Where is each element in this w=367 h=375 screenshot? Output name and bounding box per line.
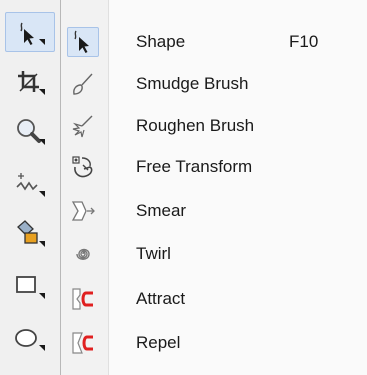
menu-item-attract-icon-box [67,284,99,314]
menu-item-smear-icon-box [67,196,99,226]
menu-item-label: Attract [136,289,186,308]
shape-tool-flyout-menu: Shape F10 Smudge Brush Roughen Brush Fre… [60,0,367,375]
menu-item-label: Shape [136,32,186,51]
toolbox [0,0,61,375]
shape-arrow-icon [20,22,45,45]
repel-icon [72,332,93,354]
ellipse-tool-button[interactable] [5,318,55,358]
menu-item-smudge-brush-icon-box [67,69,99,99]
smart-fill-tool-button[interactable] [5,214,55,254]
free-transform-icon [72,156,93,178]
menu-item-roughen-brush-icon-box [67,111,99,141]
ellipse-icon [15,329,45,351]
shape-tool-button[interactable] [5,12,55,52]
crop-icon [18,71,45,95]
menu-item-repel-icon-box [67,328,99,358]
menu-item-roughen-brush[interactable]: Roughen Brush [61,105,367,147]
menu-item-free-transform-icon-box [67,152,99,182]
menu-item-twirl[interactable]: Twirl [61,233,367,275]
smart-fill-icon [17,220,45,247]
roughen-brush-icon [72,115,93,138]
zoom-icon [17,119,45,145]
crop-tool-button[interactable] [5,62,55,102]
freehand-tool-button[interactable] [5,164,55,204]
twirl-icon [76,248,90,260]
menu-item-shortcut: F10 [289,32,319,51]
smudge-brush-icon [73,73,93,95]
menu-item-label: Smudge Brush [136,74,249,93]
freehand-icon [16,173,45,197]
menu-item-shape[interactable]: Shape F10 [61,21,367,63]
menu-item-free-transform[interactable]: Free Transform [61,146,367,188]
menu-item-label: Twirl [136,244,171,263]
menu-item-label: Smear [136,201,187,220]
menu-item-attract[interactable]: Attract [61,278,367,320]
zoom-tool-button[interactable] [5,112,55,152]
smear-icon [71,201,95,221]
attract-icon [72,288,93,310]
menu-item-smudge-brush[interactable]: Smudge Brush [61,63,367,105]
rectangle-tool-button[interactable] [5,266,55,306]
menu-item-repel[interactable]: Repel [61,322,367,364]
menu-item-label: Roughen Brush [136,116,255,135]
menu-item-smear[interactable]: Smear [61,190,367,232]
menu-item-shape-icon-box [67,27,99,57]
shape-arrow-icon [74,30,89,53]
menu-item-label: Free Transform [136,157,253,176]
menu-item-twirl-icon-box [67,239,99,269]
rectangle-icon [16,276,45,299]
menu-item-label: Repel [136,333,181,352]
